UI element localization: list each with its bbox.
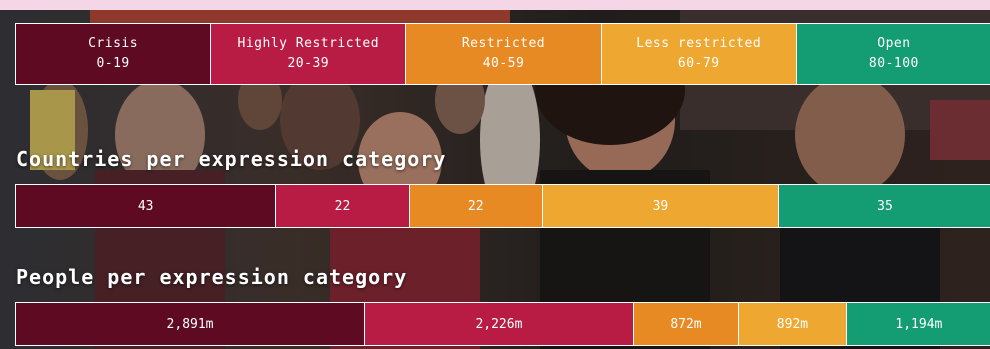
hero-photo-panel: Crisis 0-19 Highly Restricted 20-39 Rest…: [0, 10, 990, 349]
countries-value-label: 43: [137, 198, 154, 214]
countries-segment-crisis: 43: [16, 185, 277, 227]
people-segment-highly-restricted: 2,226m: [365, 303, 634, 345]
legend-restricted: Restricted 40-59: [406, 24, 602, 84]
legend-restricted-range: 40-59: [482, 56, 525, 71]
legend-crisis-name: Crisis: [88, 36, 139, 51]
legend-highly-restricted-range: 20-39: [287, 56, 330, 71]
countries-segment-less-restricted: 39: [542, 185, 779, 227]
legend-less-restricted-name: Less restricted: [636, 36, 762, 51]
people-value-label: 872m: [670, 316, 702, 332]
countries-value-label: 35: [877, 198, 893, 214]
countries-value-label: 22: [467, 198, 484, 214]
people-stacked-bar: 2,891m 2,226m 872m 892m 1,194m: [15, 302, 990, 346]
people-value-label: 1,194m: [895, 316, 943, 332]
people-segment-less-restricted: 892m: [739, 303, 847, 345]
people-segment-crisis: 2,891m: [16, 303, 366, 345]
legend-open: Open 80-100: [796, 24, 990, 84]
people-segment-restricted: 872m: [633, 303, 740, 345]
countries-stacked-bar: 43 22 22 39 35: [15, 184, 990, 228]
legend-crisis-range: 0-19: [96, 56, 130, 71]
countries-value-label: 39: [652, 198, 669, 214]
people-value-label: 2,891m: [166, 316, 214, 332]
legend-open-name: Open: [877, 36, 911, 51]
legend-highly-restricted: Highly Restricted 20-39: [211, 24, 407, 84]
people-value-label: 892m: [776, 316, 809, 332]
countries-value-label: 22: [334, 198, 351, 214]
countries-segment-open: 35: [779, 185, 990, 227]
legend-restricted-name: Restricted: [461, 36, 546, 51]
legend-crisis: Crisis 0-19: [16, 24, 212, 84]
people-value-label: 2,226m: [475, 316, 523, 332]
legend-less-restricted: Less restricted 60-79: [601, 24, 797, 84]
legend-less-restricted-range: 60-79: [677, 56, 720, 71]
countries-segment-highly-restricted: 22: [276, 185, 410, 227]
legend-open-range: 80-100: [868, 56, 919, 71]
countries-segment-restricted: 22: [409, 185, 543, 227]
people-chart-title: People per expression category: [16, 265, 408, 289]
legend-highly-restricted-name: Highly Restricted: [237, 36, 380, 51]
countries-chart-title: Countries per expression category: [16, 147, 447, 171]
people-segment-open: 1,194m: [846, 303, 990, 345]
category-legend: Crisis 0-19 Highly Restricted 20-39 Rest…: [15, 23, 990, 85]
